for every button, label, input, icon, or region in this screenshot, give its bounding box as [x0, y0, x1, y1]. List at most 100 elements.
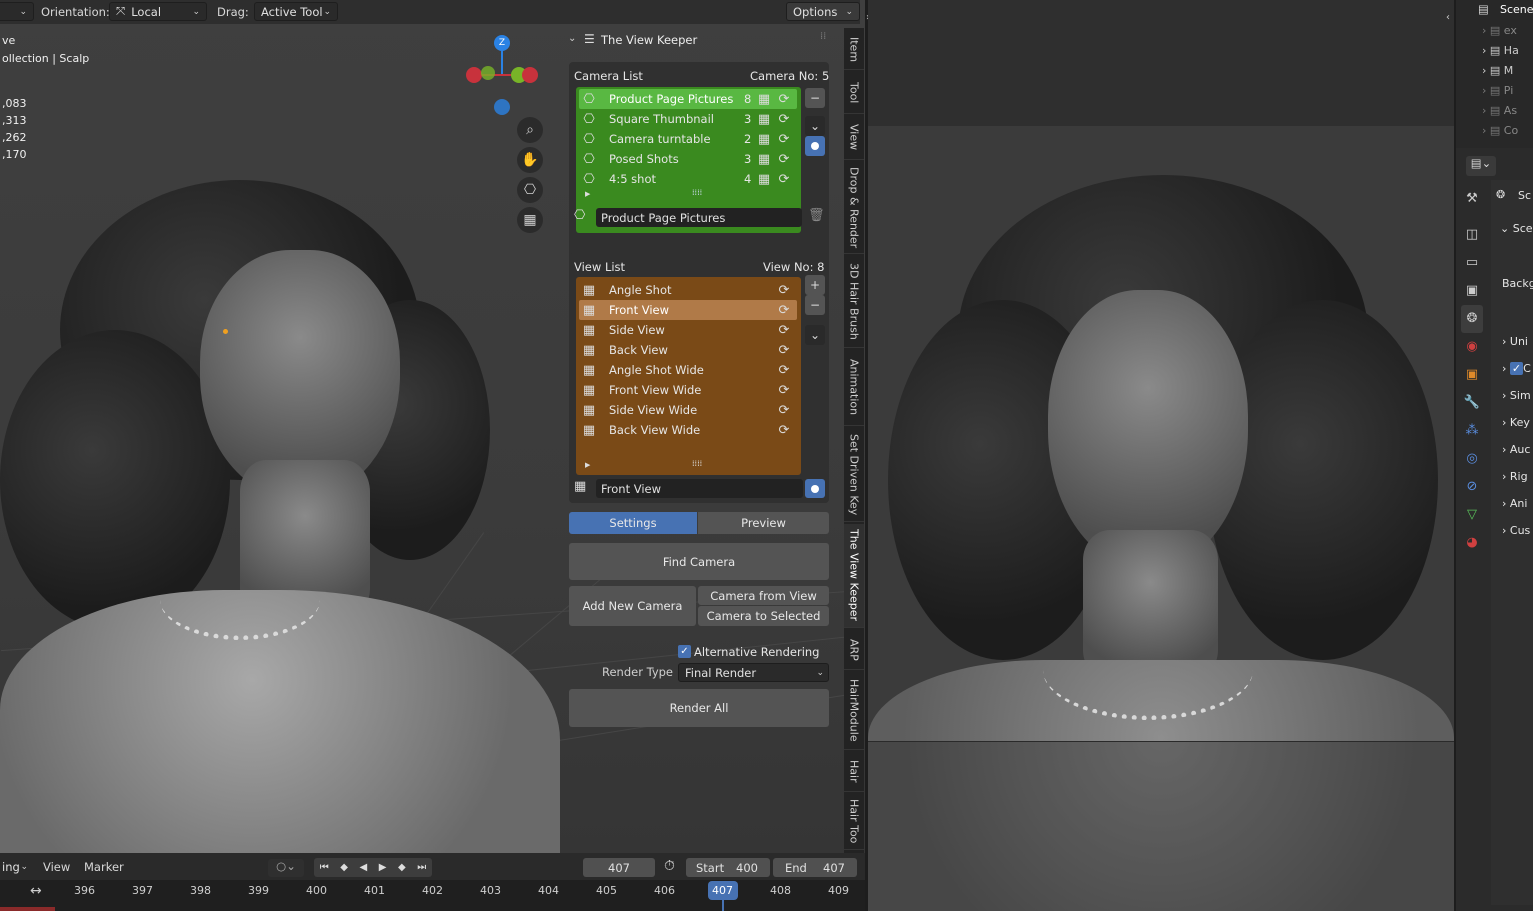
camera-item-square-thumbnail[interactable]: ⎔ Square Thumbnail 3 ▦ ⟳	[579, 109, 797, 129]
y-axis-neg-icon[interactable]	[481, 66, 495, 80]
custom-properties-panel[interactable]: › Cus	[1502, 524, 1530, 537]
start-frame-field[interactable]: Start 400	[686, 858, 770, 877]
camera-item-camera-turntable[interactable]: ⎔ Camera turntable 2 ▦ ⟳	[579, 129, 797, 149]
world-icon[interactable]: ◉	[1461, 333, 1483, 361]
view-item-angle-shot[interactable]: ▦ Angle Shot ⟳	[579, 280, 797, 300]
z-axis-icon[interactable]: Z	[494, 35, 510, 51]
view-menu-chevron-icon[interactable]: ⌄	[805, 325, 825, 345]
prev-keyframe-icon[interactable]: ◆	[340, 862, 348, 873]
play-icon[interactable]: ▶	[379, 862, 387, 873]
drag-dropdown[interactable]: Active Tool ⌄	[254, 2, 338, 21]
tab-3d-hair-brush[interactable]: 3D Hair Brush	[844, 256, 864, 348]
outliner-item[interactable]: › ▤ As	[1482, 101, 1533, 121]
camera-menu-chevron-icon[interactable]: ⌄	[805, 116, 825, 136]
tab-set-driven-key[interactable]: Set Driven Key	[844, 428, 864, 522]
scene-icon[interactable]: ❂	[1461, 305, 1483, 333]
end-frame-field[interactable]: End 407	[773, 858, 857, 877]
refresh-icon[interactable]: ⟳	[774, 112, 794, 127]
camera-toggle-button[interactable]	[805, 136, 825, 156]
x-axis-icon[interactable]	[522, 67, 538, 83]
horizontal-arrows-icon[interactable]: ↔	[30, 883, 42, 899]
refresh-icon[interactable]: ⟳	[774, 343, 794, 358]
camera-from-view-button[interactable]: Camera from View	[698, 586, 829, 605]
mode-dropdown[interactable]: ⌄	[0, 2, 34, 21]
camera-view-icon[interactable]: ⎔	[517, 177, 543, 203]
add-new-camera-button[interactable]: Add New Camera	[569, 586, 696, 626]
remove-view-button[interactable]: −	[805, 295, 825, 315]
timeline-marker-menu[interactable]: Marker	[84, 860, 124, 874]
tab-arp[interactable]: ARP	[844, 630, 864, 670]
x-axis-neg-icon[interactable]	[466, 67, 482, 83]
view-item-front-view[interactable]: ▦ Front View ⟳	[579, 300, 797, 320]
rigid-body-panel[interactable]: › Rig	[1502, 470, 1528, 483]
tab-hair[interactable]: Hair	[844, 752, 864, 792]
render-icon[interactable]: ◫	[1461, 221, 1483, 249]
tab-drop-render[interactable]: Drop & Render	[844, 162, 864, 254]
drag-handle-icon[interactable]: ⁞⁞	[820, 31, 826, 42]
refresh-icon[interactable]: ⟳	[774, 283, 794, 298]
view-item-back-view[interactable]: ▦ Back View ⟳	[579, 340, 797, 360]
tab-item[interactable]: Item	[844, 30, 864, 70]
outliner-scene-label[interactable]: Scene	[1500, 3, 1533, 16]
units-panel[interactable]: › Uni	[1502, 335, 1528, 348]
viewport-right-camera[interactable]	[868, 0, 1454, 911]
object-icon[interactable]: ▣	[1461, 361, 1483, 389]
refresh-icon[interactable]: ⟳	[774, 423, 794, 438]
tab-view[interactable]: View	[844, 116, 864, 160]
editor-type-dropdown[interactable]: ▤⌄	[1466, 156, 1496, 176]
particles-icon[interactable]: ⁂	[1461, 417, 1483, 445]
audio-panel[interactable]: › Auc	[1502, 443, 1530, 456]
view-item-side-view[interactable]: ▦ Side View ⟳	[579, 320, 797, 340]
view-item-side-view-wide[interactable]: ▦ Side View Wide ⟳	[579, 400, 797, 420]
play-reverse-icon[interactable]: ◀	[360, 862, 368, 873]
tab-settings[interactable]: Settings	[569, 512, 697, 534]
perspective-grid-icon[interactable]: ▦	[517, 207, 543, 233]
tool-icon[interactable]: ⚒	[1461, 185, 1483, 213]
jump-start-icon[interactable]: ⏮	[320, 862, 329, 873]
tab-tool[interactable]: Tool	[844, 72, 864, 114]
current-frame-field[interactable]: 407	[583, 858, 655, 877]
refresh-icon[interactable]: ⟳	[774, 403, 794, 418]
expand-triangle-icon[interactable]: ▶	[585, 461, 590, 469]
options-dropdown[interactable]: Options ⌄	[786, 2, 860, 21]
playback-dropdown[interactable]: ing ⌄	[0, 857, 34, 876]
orientation-dropdown[interactable]: ⤧ Local ⌄	[109, 2, 207, 21]
data-icon[interactable]: ▽	[1461, 501, 1483, 529]
refresh-icon[interactable]: ⟳	[774, 383, 794, 398]
tab-the-view-keeper[interactable]: The View Keeper	[844, 524, 864, 628]
material-icon[interactable]: ◕	[1461, 529, 1483, 557]
resize-handle-icon[interactable]: ⁞⁞⁞⁞	[692, 188, 702, 197]
find-camera-button[interactable]: Find Camera	[569, 543, 829, 580]
trash-icon[interactable]: 🗑	[808, 208, 825, 223]
view-item-back-view-wide[interactable]: ▦ Back View Wide ⟳	[579, 420, 797, 440]
camera-item-4-5-shot[interactable]: ⎔ 4:5 shot 4 ▦ ⟳	[579, 169, 797, 189]
alternative-rendering-checkbox[interactable]: ✓	[678, 645, 691, 658]
view-layer-icon[interactable]: ▣	[1461, 277, 1483, 305]
resize-handle-icon[interactable]: ⁞⁞⁞⁞	[692, 459, 702, 468]
active-camera-field[interactable]: Product Page Pictures	[596, 208, 802, 227]
constraints-icon[interactable]: ⊘	[1461, 473, 1483, 501]
refresh-icon[interactable]: ⟳	[774, 132, 794, 147]
keying-sets-panel[interactable]: › Key	[1502, 416, 1530, 429]
refresh-icon[interactable]: ⟳	[774, 92, 794, 107]
tab-hair-too[interactable]: Hair Too	[844, 794, 864, 850]
expand-triangle-icon[interactable]: ▶	[585, 190, 590, 198]
collapse-chevron-icon[interactable]: ⌄	[568, 33, 576, 44]
timeline-view-menu[interactable]: View	[43, 860, 70, 874]
outliner-item[interactable]: › ▤ M	[1482, 61, 1533, 81]
active-view-field[interactable]: Front View	[596, 479, 803, 498]
refresh-icon[interactable]: ⟳	[774, 172, 794, 187]
camera-item-posed-shots[interactable]: ⎔ Posed Shots 3 ▦ ⟳	[579, 149, 797, 169]
remove-camera-button[interactable]: −	[805, 88, 825, 108]
refresh-icon[interactable]: ⟳	[774, 303, 794, 318]
render-type-dropdown[interactable]: Final Render ⌄	[678, 663, 829, 682]
camera-to-selected-button[interactable]: Camera to Selected	[698, 606, 829, 626]
tab-preview[interactable]: Preview	[698, 512, 829, 534]
outliner-item[interactable]: › ▤ Pi	[1482, 81, 1533, 101]
chevron-left-icon[interactable]: ‹	[1446, 12, 1450, 23]
stopwatch-icon[interactable]: ⏱	[664, 858, 675, 874]
view-toggle-button[interactable]	[805, 479, 825, 498]
gravity-panel[interactable]: › ✓ C	[1502, 362, 1531, 375]
pan-hand-icon[interactable]: ✋	[517, 147, 543, 173]
tab-animation[interactable]: Animation	[844, 350, 864, 426]
